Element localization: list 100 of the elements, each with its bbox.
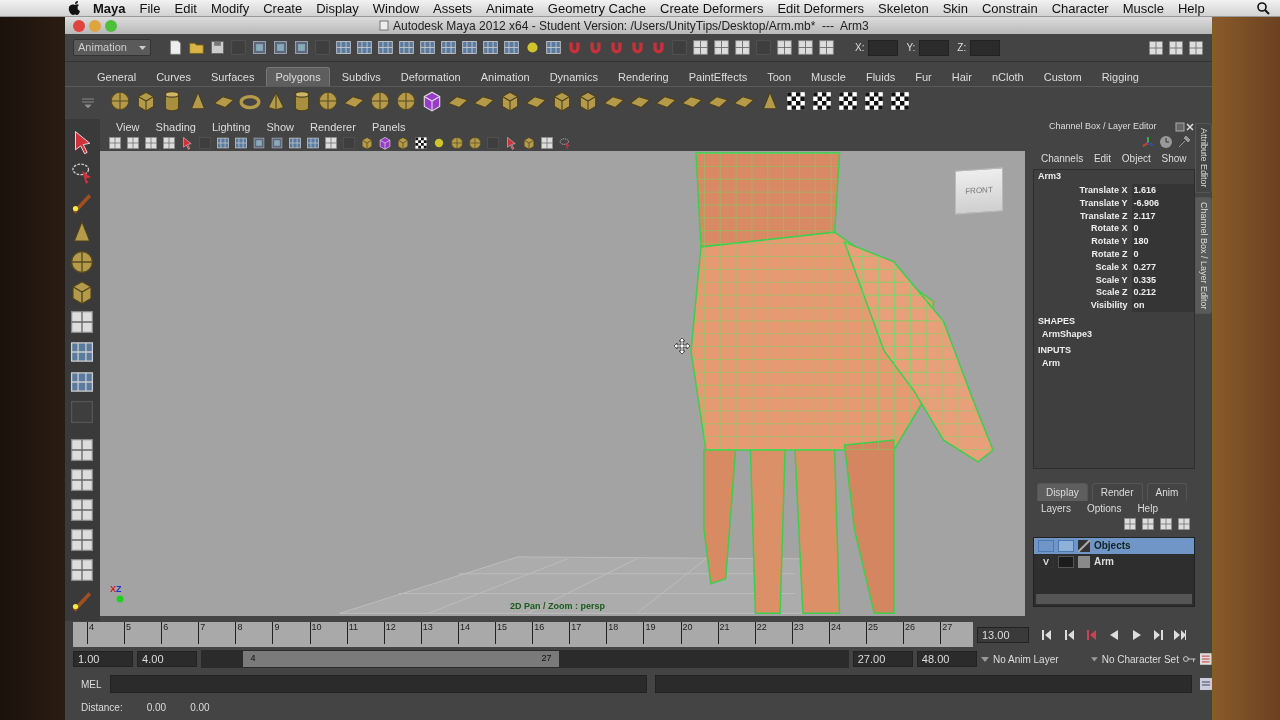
panel-menu-item[interactable]: Object (1121, 151, 1151, 169)
layer-tab[interactable]: Display (1036, 483, 1088, 501)
menu-item[interactable]: Display (309, 0, 366, 17)
command-language-label[interactable]: MEL (81, 676, 102, 692)
pyramid-icon[interactable] (265, 89, 287, 112)
cube-icon[interactable] (499, 89, 521, 112)
clock-icon[interactable] (1158, 135, 1173, 149)
panel-menu-item[interactable]: Show (266, 119, 294, 135)
menu-item[interactable]: Skin (935, 0, 975, 17)
channel-value[interactable]: 0 (1131, 222, 1194, 236)
menu-item[interactable]: Modify (203, 0, 257, 17)
caret-icon[interactable] (1090, 655, 1098, 663)
layer-color-swatch[interactable] (1077, 556, 1090, 568)
ball-icon[interactable] (524, 39, 541, 56)
range-handle[interactable]: 4 27 (242, 651, 560, 667)
close-button[interactable] (73, 19, 85, 32)
menu-item[interactable]: Constrain (975, 0, 1045, 17)
menu-item[interactable]: Edit Deformers (770, 0, 872, 17)
cube-icon[interactable] (551, 89, 573, 112)
checker-icon[interactable] (889, 89, 911, 112)
layout-icon[interactable] (1168, 39, 1184, 56)
cube-icon[interactable] (395, 136, 410, 150)
grid-icon[interactable] (398, 39, 415, 56)
menu-item[interactable]: Character (1044, 0, 1116, 17)
shelf-tab[interactable]: Curves (148, 68, 199, 86)
sphere-icon[interactable] (369, 89, 391, 112)
menu-item[interactable]: Muscle (1115, 0, 1171, 17)
template-toggle[interactable] (1057, 540, 1074, 552)
menu-item[interactable]: Help (1170, 0, 1212, 17)
panel-menu-item[interactable]: Edit (1093, 151, 1112, 169)
sphere-icon[interactable] (449, 136, 464, 150)
shelf-tab[interactable]: Rigging (1093, 68, 1147, 86)
shelf-tab[interactable]: Dynamics (541, 68, 606, 86)
caret-icon[interactable] (980, 655, 989, 663)
layout-icon[interactable] (713, 39, 730, 56)
shelf-tab[interactable]: Surfaces (203, 68, 263, 86)
grid-icon[interactable] (215, 136, 230, 150)
search-icon[interactable] (1257, 1, 1270, 15)
layer-row[interactable]: V Arm (1033, 554, 1194, 570)
channel-value[interactable]: 1.616 (1131, 184, 1194, 197)
cube-icon[interactable] (359, 136, 374, 150)
layout-icon[interactable] (1176, 517, 1191, 531)
layout-icon[interactable] (1140, 517, 1155, 531)
go-to-end-icon[interactable] (1173, 627, 1187, 642)
checker-icon[interactable] (785, 89, 807, 112)
layout-icon[interactable] (69, 497, 96, 523)
step-forward-icon[interactable] (1151, 627, 1165, 642)
layout-icon[interactable] (1188, 39, 1204, 56)
menu-item[interactable]: Assets (426, 0, 480, 17)
cube-icon[interactable] (521, 136, 536, 150)
grid-icon[interactable] (482, 39, 499, 56)
section-item[interactable]: Arm (1033, 356, 1194, 370)
character-set-dropdown[interactable]: No Character Set (1101, 651, 1179, 667)
layout-icon[interactable] (539, 136, 554, 150)
layout-icon[interactable] (69, 309, 96, 335)
checker-icon[interactable] (837, 89, 859, 112)
template-toggle[interactable] (1057, 556, 1074, 568)
app-menu[interactable]: Maya (86, 0, 133, 17)
panel-menu-item[interactable]: Shading (155, 119, 196, 135)
document-icon[interactable] (167, 39, 184, 56)
shelf-tab[interactable]: General (89, 68, 145, 86)
layout-icon[interactable] (734, 39, 751, 56)
layout-icon[interactable] (776, 39, 793, 56)
menu-item[interactable]: Edit (167, 0, 204, 17)
layout-icon[interactable] (107, 136, 122, 150)
layout-icon[interactable] (1158, 517, 1173, 531)
panel-menu-item[interactable]: Renderer (310, 119, 356, 135)
menu-item[interactable]: Create (256, 0, 310, 17)
timeline[interactable]: 4 5 6 7 8 9 10 11 12 13 14 15 16 17 18 19 20 21 22 23 24 25 26 27 (73, 622, 973, 647)
sphere-icon[interactable] (317, 89, 339, 112)
shelf-tab[interactable]: Custom (1035, 68, 1090, 86)
preferences-icon[interactable] (1200, 653, 1212, 665)
layout-icon[interactable] (161, 136, 176, 150)
sphere-icon[interactable] (467, 136, 482, 150)
grid-icon[interactable] (440, 39, 457, 56)
selection-icon[interactable] (269, 136, 284, 150)
layer-tab[interactable]: Anim (1146, 483, 1188, 501)
visibility-toggle[interactable] (1037, 540, 1054, 552)
visibility-toggle[interactable]: V (1037, 556, 1054, 568)
start-time-field[interactable]: 1.00 (73, 651, 134, 667)
shelf-tab[interactable]: Muscle (803, 68, 854, 86)
layout-icon[interactable] (1148, 39, 1164, 56)
coordinate-field[interactable] (868, 39, 899, 56)
end-time-field[interactable]: 48.00 (916, 651, 977, 667)
shelf-tab[interactable]: Subdivs (333, 68, 389, 86)
coordinate-field[interactable] (919, 39, 950, 56)
layout-icon[interactable] (69, 437, 96, 463)
cube-icon[interactable] (421, 89, 443, 112)
selection-icon[interactable] (251, 136, 266, 150)
grid-icon[interactable] (305, 136, 320, 150)
cube-icon[interactable] (577, 89, 599, 112)
shelf-tab[interactable]: PaintEffects (680, 68, 756, 86)
layout-icon[interactable] (69, 527, 96, 553)
layout-icon[interactable] (692, 39, 709, 56)
panel-menu-item[interactable]: Layers (1040, 501, 1071, 517)
selection-icon[interactable] (272, 39, 289, 56)
node-name[interactable]: Arm3 (1033, 170, 1194, 183)
range-start-field[interactable]: 4.00 (137, 651, 198, 667)
layout-icon[interactable] (69, 557, 96, 583)
channel-value[interactable]: 0.212 (1131, 286, 1194, 300)
